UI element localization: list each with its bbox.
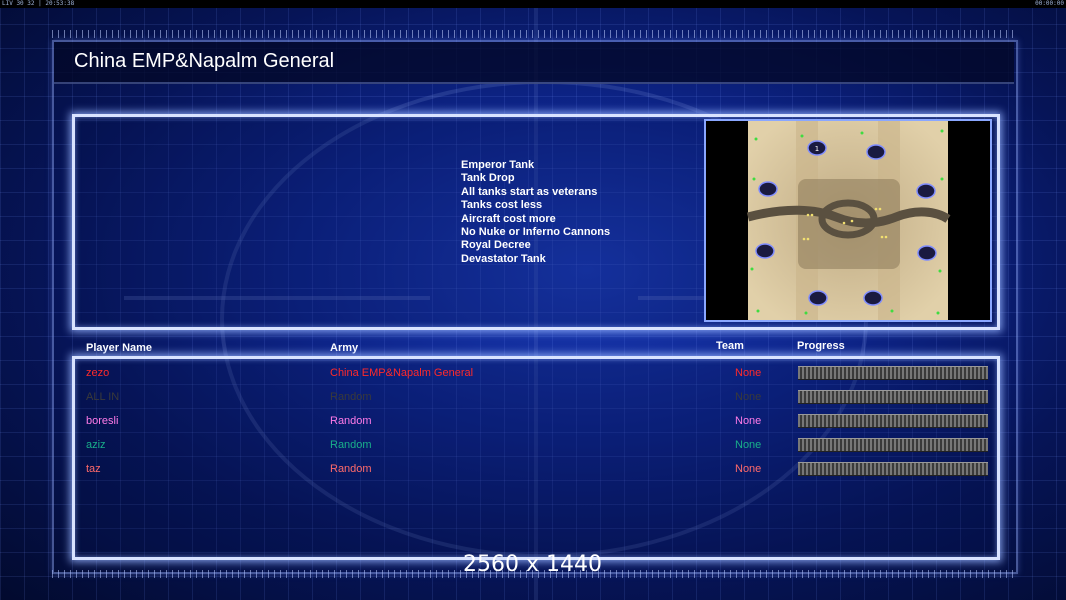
loading-progress-bar [798,390,988,404]
header-team: Team [716,340,744,352]
player-name: ALL IN [86,391,120,403]
loading-progress-bar [798,438,988,452]
player-row: boresli Random None [0,414,1066,439]
feature-item: No Nuke or Inferno Cannons [461,226,611,239]
player-name: taz [86,463,101,475]
feature-item: Aircraft cost more [461,212,556,225]
player-army[interactable]: Random [330,439,372,451]
general-features-list: Emperor Tank Tank Drop All tanks start a… [461,159,610,266]
player-team[interactable]: None [735,439,761,451]
player-row: zezo China EMP&Napalm General None [0,366,1066,391]
loading-progress-bar [798,366,988,380]
start-marker-label: 1 [815,145,819,153]
player-army[interactable]: Random [330,415,372,427]
feature-item: Tank Drop [461,172,515,185]
player-name: aziz [86,439,106,451]
player-team[interactable]: None [735,463,761,475]
feature-item: Tanks cost less [461,199,543,212]
title-bar: China EMP&Napalm General [54,42,1014,84]
header-progress: Progress [797,340,845,352]
game-lobby-screen: LIV 30 32 | 20:53:38 00:00:00 China EMP&… [0,0,1066,600]
header-army: Army [330,342,359,354]
header-player-name: Player Name [86,342,153,354]
player-team[interactable]: None [735,367,761,379]
feature-item: Devastator Tank [461,252,546,265]
status-text-left: LIV 30 32 | 20:53:38 [2,0,75,7]
player-name: boresli [86,415,119,427]
top-status-bar: LIV 30 32 | 20:53:38 00:00:00 [0,0,1066,8]
map-preview: 1 [704,119,992,322]
status-clock: 00:00:00 [1035,0,1064,7]
player-army[interactable]: Random [330,463,372,475]
top-ruler [52,30,1014,38]
feature-item: Emperor Tank [461,159,535,171]
loading-progress-bar [798,414,988,428]
map-preview-image: 1 [746,121,951,320]
general-title: China EMP&Napalm General [74,50,335,72]
feature-item: Royal Decree [461,239,531,252]
player-army[interactable]: China EMP&Napalm General [330,367,473,379]
player-team[interactable]: None [735,415,761,427]
player-team[interactable]: None [735,391,761,403]
player-row: taz Random None [0,462,1066,487]
player-row: ALL IN Random None [0,390,1066,415]
player-army[interactable]: Random [330,391,372,403]
feature-item: All tanks start as veterans [461,185,598,198]
resolution-label: 2560 x 1440 [463,552,602,577]
player-name: zezo [86,367,110,379]
player-row: aziz Random None [0,438,1066,463]
loading-progress-bar [798,462,988,476]
